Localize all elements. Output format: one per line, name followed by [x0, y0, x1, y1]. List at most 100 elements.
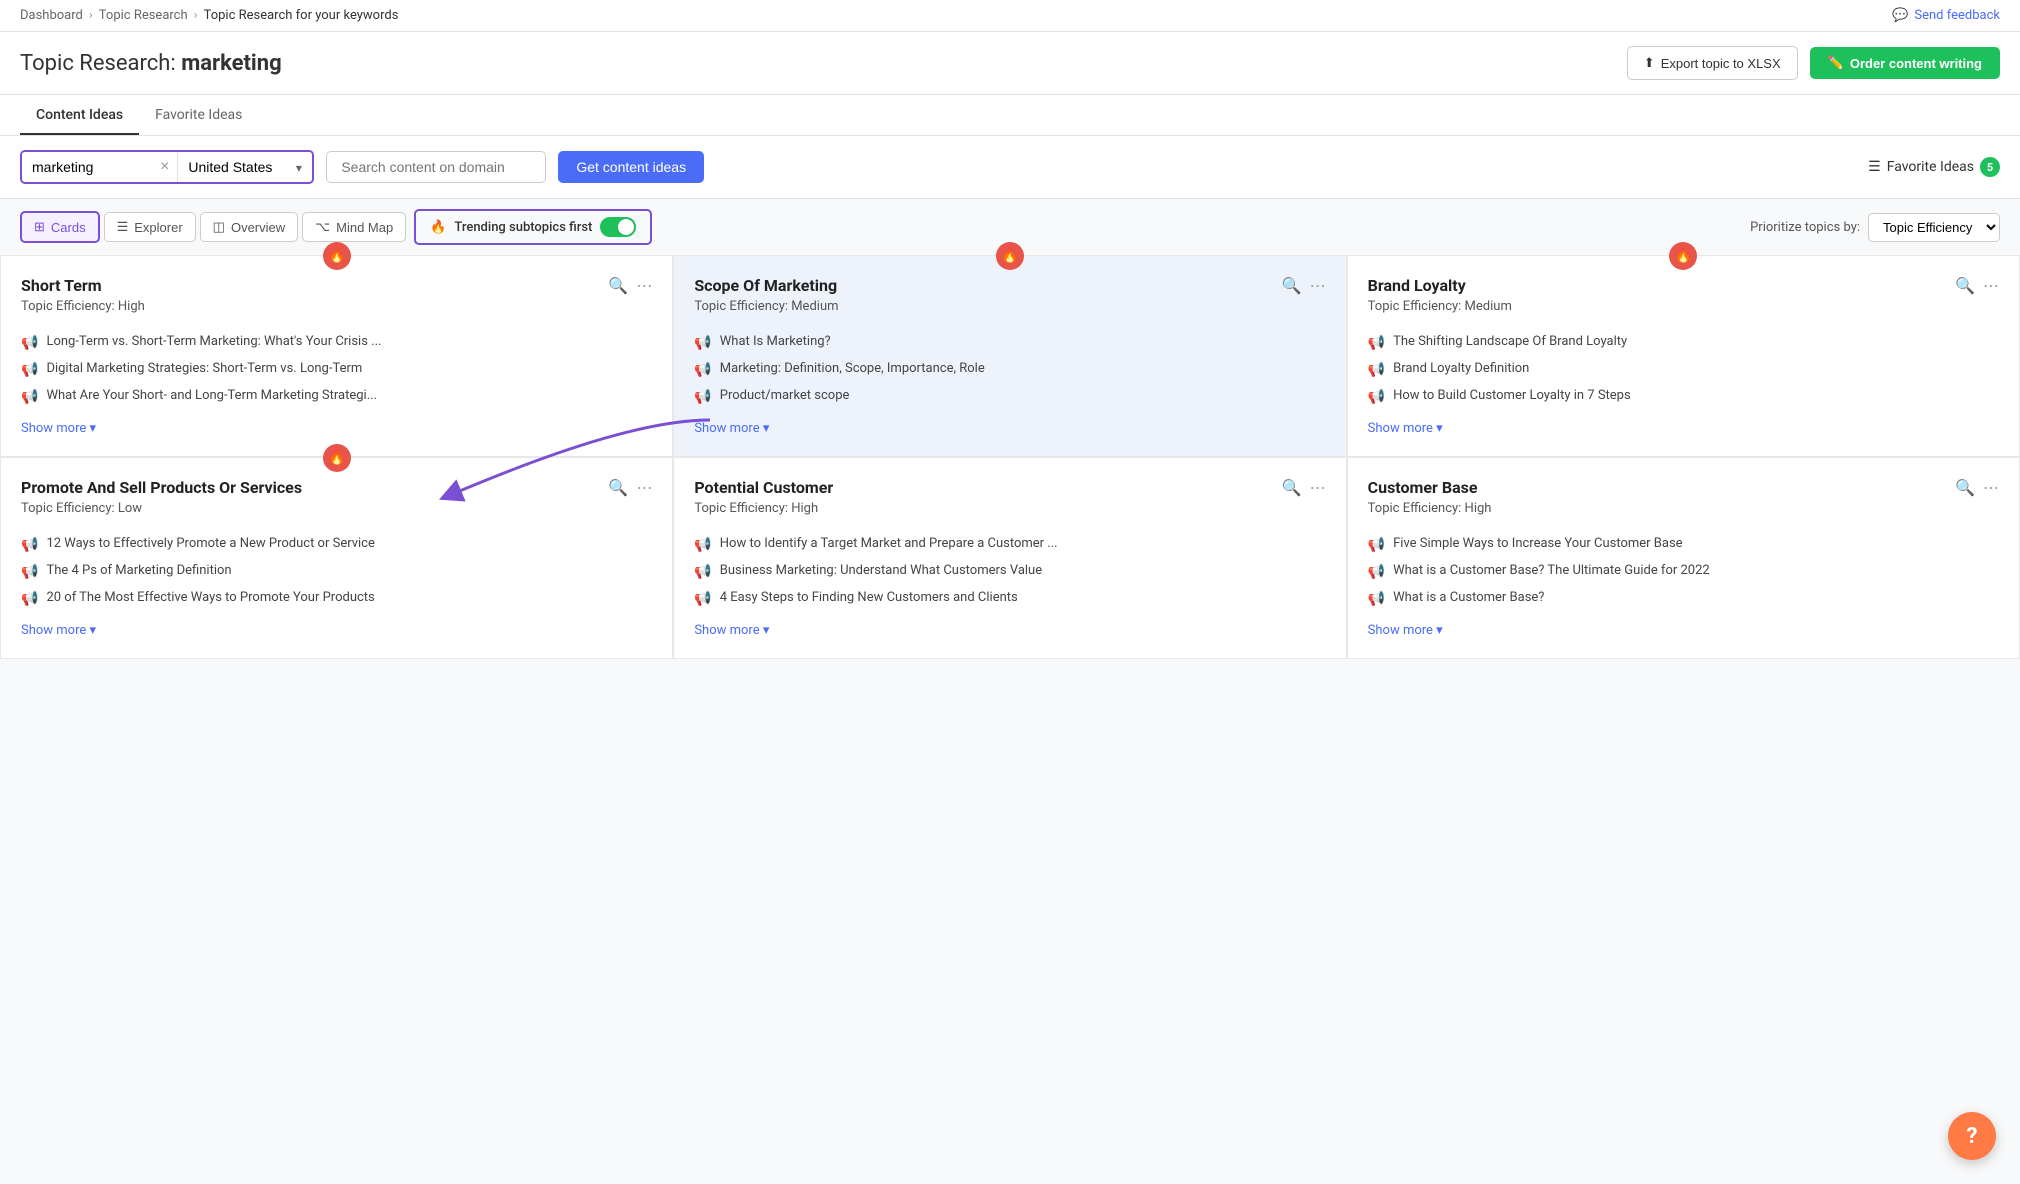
- card-more-button[interactable]: ⋯: [636, 276, 652, 296]
- card-efficiency: Topic Efficiency: Medium: [1368, 299, 1955, 314]
- card-short-term: 🔥 Short Term Topic Efficiency: High 🔍 ⋯ …: [0, 255, 673, 457]
- megaphone-icon: 📢: [1368, 591, 1385, 607]
- card-more-button[interactable]: ⋯: [636, 478, 652, 498]
- card-item: 📢 What is a Customer Base?: [1368, 590, 1999, 607]
- breadcrumb-sep-2: ›: [194, 8, 198, 23]
- megaphone-icon: 📢: [1368, 335, 1385, 351]
- show-more-link[interactable]: Show more ▾: [694, 623, 1325, 638]
- megaphone-icon: 📢: [1368, 362, 1385, 378]
- card-more-button[interactable]: ⋯: [1983, 276, 1999, 296]
- card-more-button[interactable]: ⋯: [1310, 276, 1326, 296]
- prioritize-select[interactable]: Topic Efficiency Volume: [1868, 213, 2000, 242]
- megaphone-icon: 📢: [694, 591, 711, 607]
- card-title-block: Potential Customer Topic Efficiency: Hig…: [694, 478, 1281, 516]
- export-icon: ⬆: [1644, 55, 1655, 71]
- feedback-icon: 💬: [1892, 8, 1908, 23]
- view-modes: ⊞ Cards ☰ Explorer ◫ Overview ⌥ Mind Map: [20, 211, 406, 243]
- view-mindmap-button[interactable]: ⌥ Mind Map: [302, 212, 406, 242]
- card-efficiency: Topic Efficiency: High: [694, 501, 1281, 516]
- card-header: Scope Of Marketing Topic Efficiency: Med…: [694, 276, 1325, 314]
- card-title: Potential Customer: [694, 478, 1281, 497]
- card-more-button[interactable]: ⋯: [1983, 478, 1999, 498]
- breadcrumb-dashboard[interactable]: Dashboard: [20, 8, 83, 23]
- clear-keyword-button[interactable]: ×: [152, 158, 177, 176]
- card-title: Promote And Sell Products Or Services: [21, 478, 608, 497]
- favorite-ideas-button[interactable]: ☰ Favorite Ideas 5: [1868, 157, 2000, 177]
- card-item: 📢 How to Identify a Target Market and Pr…: [694, 536, 1325, 553]
- megaphone-icon: 📢: [1368, 564, 1385, 580]
- card-search-button[interactable]: 🔍: [608, 478, 628, 498]
- card-title: Brand Loyalty: [1368, 276, 1955, 295]
- show-more-link[interactable]: Show more ▾: [1368, 421, 1999, 436]
- prioritize-label: Prioritize topics by:: [1750, 220, 1860, 235]
- card-item: 📢 20 of The Most Effective Ways to Promo…: [21, 590, 652, 607]
- help-button[interactable]: ?: [1948, 1112, 1996, 1160]
- card-actions: 🔍 ⋯: [1955, 276, 1999, 296]
- export-button[interactable]: ⬆ Export topic to XLSX: [1627, 46, 1798, 80]
- megaphone-icon: 📢: [21, 389, 38, 405]
- pencil-icon: ✏️: [1828, 55, 1844, 71]
- card-search-button[interactable]: 🔍: [608, 276, 628, 296]
- megaphone-icon: 📢: [21, 564, 38, 580]
- toggle-knob: [618, 219, 634, 235]
- card-header: Promote And Sell Products Or Services To…: [21, 478, 652, 516]
- card-search-button[interactable]: 🔍: [1282, 478, 1302, 498]
- get-content-ideas-button[interactable]: Get content ideas: [558, 151, 704, 183]
- send-feedback-link[interactable]: 💬 Send feedback: [1892, 8, 2000, 23]
- card-items: 📢 12 Ways to Effectively Promote a New P…: [21, 536, 652, 607]
- order-writing-button[interactable]: ✏️ Order content writing: [1810, 47, 2000, 79]
- card-header: Brand Loyalty Topic Efficiency: Medium 🔍…: [1368, 276, 1999, 314]
- show-more-link[interactable]: Show more ▾: [1368, 623, 1999, 638]
- card-actions: 🔍 ⋯: [1282, 478, 1326, 498]
- card-scope-of-marketing: 🔥 Scope Of Marketing Topic Efficiency: M…: [673, 255, 1346, 457]
- toggle-switch[interactable]: [600, 217, 636, 237]
- header-actions: ⬆ Export topic to XLSX ✏️ Order content …: [1627, 46, 2000, 80]
- card-promote-and-sell: 🔥 Promote And Sell Products Or Services …: [0, 457, 673, 659]
- show-more-link[interactable]: Show more ▾: [21, 421, 652, 436]
- keyword-input-wrap: × United States United Kingdom Canada ▾: [20, 150, 314, 184]
- trending-subtopics-toggle[interactable]: 🔥 Trending subtopics first: [414, 209, 652, 245]
- cards-grid: 🔥 Short Term Topic Efficiency: High 🔍 ⋯ …: [0, 255, 2020, 659]
- fire-icon-toggle: 🔥: [430, 220, 446, 235]
- list-icon: ☰: [1868, 159, 1881, 175]
- card-title-block: Scope Of Marketing Topic Efficiency: Med…: [694, 276, 1281, 314]
- megaphone-icon: 📢: [21, 335, 38, 351]
- controls-bar: × United States United Kingdom Canada ▾ …: [0, 136, 2020, 199]
- card-title-block: Short Term Topic Efficiency: High: [21, 276, 608, 314]
- card-item: 📢 Product/market scope: [694, 388, 1325, 405]
- fire-badge: 🔥: [323, 242, 351, 270]
- fire-badge: 🔥: [1669, 242, 1697, 270]
- fire-badge: 🔥: [996, 242, 1024, 270]
- card-more-button[interactable]: ⋯: [1310, 478, 1326, 498]
- card-item: 📢 What is a Customer Base? The Ultimate …: [1368, 563, 1999, 580]
- card-search-button[interactable]: 🔍: [1282, 276, 1302, 296]
- tab-content-ideas[interactable]: Content Ideas: [20, 95, 139, 135]
- card-search-button[interactable]: 🔍: [1955, 478, 1975, 498]
- view-overview-button[interactable]: ◫ Overview: [200, 212, 298, 242]
- card-items: 📢 What Is Marketing? 📢 Marketing: Defini…: [694, 334, 1325, 405]
- breadcrumb-topic-research[interactable]: Topic Research: [99, 8, 188, 23]
- card-item: 📢 12 Ways to Effectively Promote a New P…: [21, 536, 652, 553]
- card-header: Customer Base Topic Efficiency: High 🔍 ⋯: [1368, 478, 1999, 516]
- tab-favorite-ideas[interactable]: Favorite Ideas: [139, 95, 258, 135]
- fire-badge: 🔥: [323, 444, 351, 472]
- show-more-link[interactable]: Show more ▾: [21, 623, 652, 638]
- card-items: 📢 The Shifting Landscape Of Brand Loyalt…: [1368, 334, 1999, 405]
- card-actions: 🔍 ⋯: [608, 276, 652, 296]
- keyword-input[interactable]: [22, 152, 152, 182]
- view-explorer-button[interactable]: ☰ Explorer: [104, 212, 196, 242]
- show-more-link[interactable]: Show more ▾: [694, 421, 1325, 436]
- page-header: Topic Research: marketing ⬆ Export topic…: [0, 32, 2020, 95]
- card-item: 📢 What Are Your Short- and Long-Term Mar…: [21, 388, 652, 405]
- megaphone-icon: 📢: [694, 537, 711, 553]
- card-search-button[interactable]: 🔍: [1955, 276, 1975, 296]
- domain-search-input[interactable]: [326, 151, 546, 183]
- card-efficiency: Topic Efficiency: Medium: [694, 299, 1281, 314]
- card-item: 📢 What Is Marketing?: [694, 334, 1325, 351]
- card-title: Scope Of Marketing: [694, 276, 1281, 295]
- view-cards-button[interactable]: ⊞ Cards: [20, 211, 100, 243]
- card-items: 📢 How to Identify a Target Market and Pr…: [694, 536, 1325, 607]
- megaphone-icon: 📢: [694, 335, 711, 351]
- country-select[interactable]: United States United Kingdom Canada: [178, 152, 312, 182]
- prioritize-wrap: Prioritize topics by: Topic Efficiency V…: [1750, 213, 2000, 242]
